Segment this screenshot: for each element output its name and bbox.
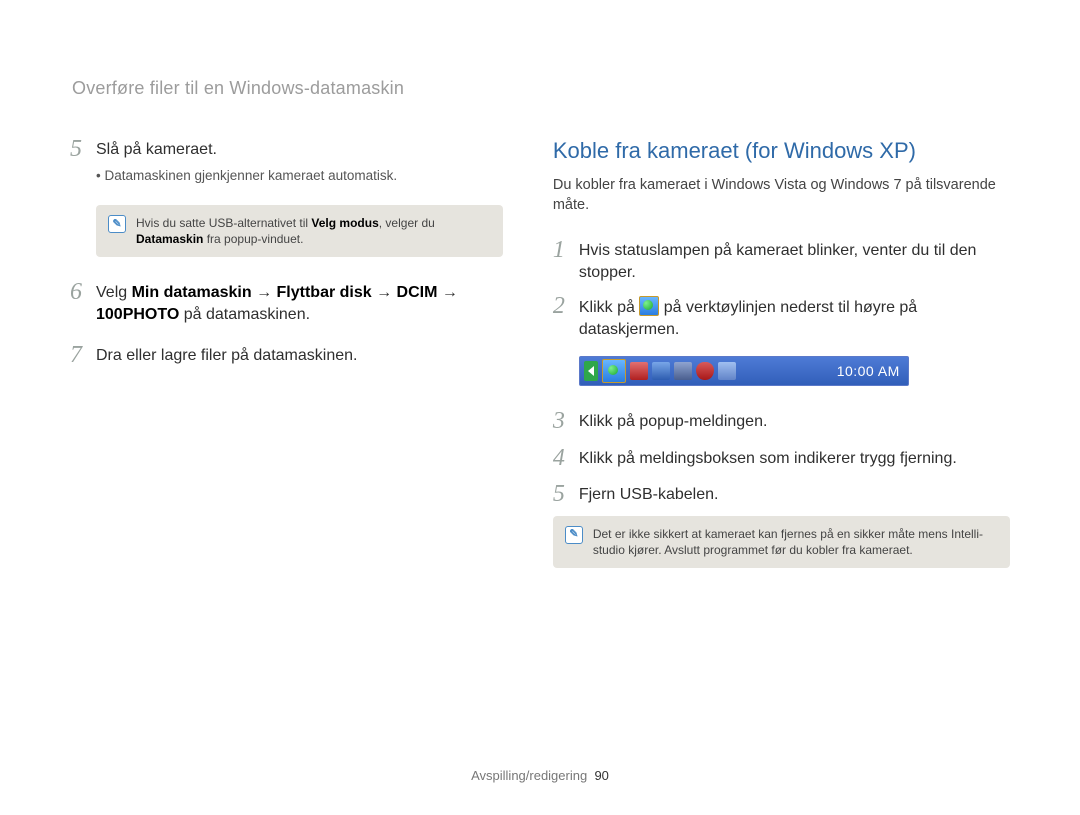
note-box-right: ✎ Det er ikke sikkert at kameraet kan fj… bbox=[553, 516, 1010, 568]
note-icon: ✎ bbox=[565, 526, 583, 544]
step-text: Klikk på på verktøylinjen nederst til hø… bbox=[579, 296, 1010, 340]
safely-remove-hardware-icon bbox=[602, 359, 626, 383]
tray-icon bbox=[630, 362, 648, 380]
left-column: 5 Slå på kameraet. Datamaskinen gjenkjen… bbox=[70, 136, 503, 590]
step-text: Klikk på meldingsboksen som indikerer tr… bbox=[579, 448, 1010, 470]
left-step-6: 6 Velg Min datamaskin → Flyttbar disk → … bbox=[70, 279, 503, 325]
right-column: Koble fra kameraet (for Windows XP) Du k… bbox=[553, 136, 1010, 590]
tray-icon bbox=[674, 362, 692, 380]
page-footer: Avspilling/redigering 90 bbox=[0, 767, 1080, 785]
step-number: 4 bbox=[553, 445, 579, 471]
step-number: 5 bbox=[553, 481, 579, 507]
page-number: 90 bbox=[594, 768, 608, 783]
safely-remove-hardware-icon bbox=[639, 296, 659, 316]
step-text: Klikk på popup-meldingen. bbox=[579, 411, 1010, 433]
step-number: 5 bbox=[70, 136, 96, 197]
step-text: Dra eller lagre filer på datamaskinen. bbox=[96, 345, 503, 367]
step-title: Slå på kameraet. bbox=[96, 139, 503, 161]
right-step-5: 5 Fjern USB-kabelen. bbox=[553, 481, 1010, 507]
tray-icon bbox=[718, 362, 736, 380]
left-step-7: 7 Dra eller lagre filer på datamaskinen. bbox=[70, 342, 503, 368]
right-step-4: 4 Klikk på meldingsboksen som indikerer … bbox=[553, 445, 1010, 471]
left-step-5: 5 Slå på kameraet. Datamaskinen gjenkjen… bbox=[70, 136, 503, 197]
step-number: 3 bbox=[553, 408, 579, 434]
step-number: 7 bbox=[70, 342, 96, 368]
note-box-left: ✎ Hvis du satte USB-alternativet til Vel… bbox=[96, 205, 503, 257]
footer-section: Avspilling/redigering bbox=[471, 768, 587, 783]
right-step-2: 2 Klikk på på verktøylinjen nederst til … bbox=[553, 293, 1010, 340]
step-number: 1 bbox=[553, 237, 579, 283]
tray-clock: 10:00 AM bbox=[837, 362, 900, 381]
step-number: 6 bbox=[70, 279, 96, 325]
tray-icon bbox=[652, 362, 670, 380]
windows-system-tray: 10:00 AM bbox=[579, 356, 909, 386]
step-text: Hvis statuslampen på kameraet blinker, v… bbox=[579, 240, 1010, 283]
note-text: Det er ikke sikkert at kameraet kan fjer… bbox=[593, 526, 996, 558]
note-text: Hvis du satte USB-alternativet til Velg … bbox=[136, 215, 489, 247]
right-step-3: 3 Klikk på popup-meldingen. bbox=[553, 408, 1010, 434]
tray-icon bbox=[696, 362, 714, 380]
tray-expand-icon bbox=[584, 361, 598, 381]
step-bullet: Datamaskinen gjenkjenner kameraet automa… bbox=[96, 167, 503, 185]
right-step-1: 1 Hvis statuslampen på kameraet blinker,… bbox=[553, 237, 1010, 283]
page-title: Overføre filer til en Windows-datamaskin bbox=[72, 76, 1010, 100]
section-subtext: Du kobler fra kameraet i Windows Vista o… bbox=[553, 176, 1010, 215]
section-heading: Koble fra kameraet (for Windows XP) bbox=[553, 136, 1010, 166]
note-icon: ✎ bbox=[108, 215, 126, 233]
step-text: Fjern USB-kabelen. bbox=[579, 484, 1010, 506]
step-text: Velg Min datamaskin → Flyttbar disk → DC… bbox=[96, 282, 503, 325]
step-number: 2 bbox=[553, 293, 579, 340]
